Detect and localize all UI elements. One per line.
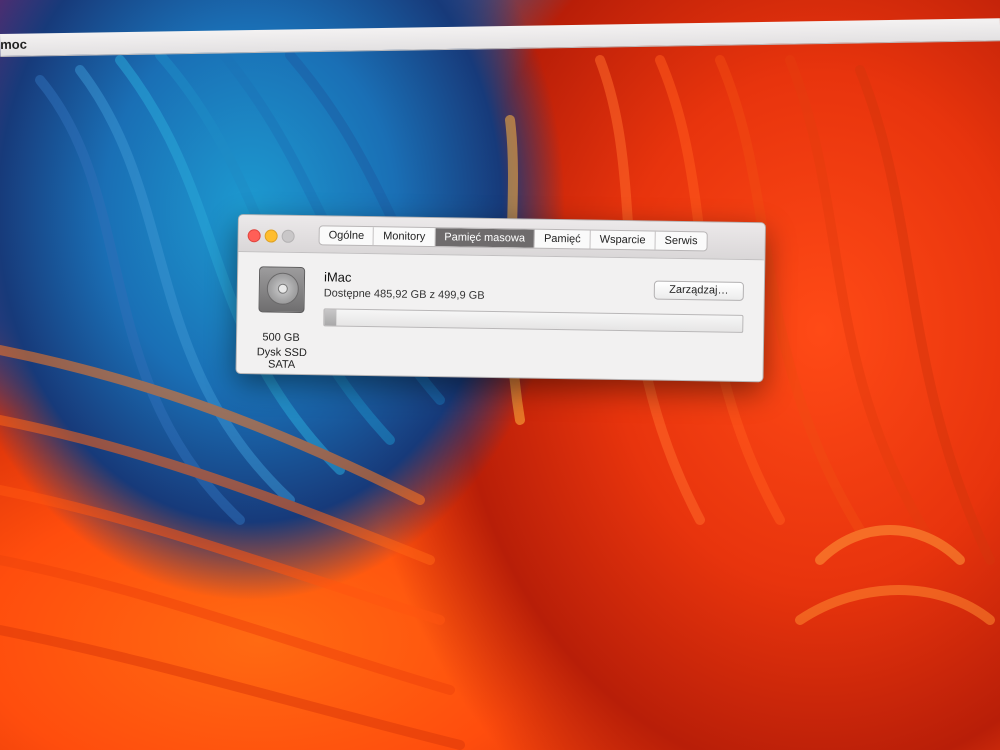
manage-button[interactable]: Zarządzaj… — [653, 280, 744, 301]
storage-usage-bar — [323, 308, 744, 333]
storage-usage-fill — [324, 309, 337, 326]
desktop-screen: moc Ogólne Monitory Pamięć masowa Pamięć… — [0, 0, 1000, 750]
minimize-button[interactable] — [264, 229, 278, 243]
available-space-text: Dostępne 485,92 GB z 499,9 GB — [323, 287, 485, 302]
tab-storage[interactable]: Pamięć masowa — [435, 228, 536, 248]
disk-type-label: Dysk SSD SATA — [256, 346, 307, 371]
tab-bar: Ogólne Monitory Pamięć masowa Pamięć Wsp… — [318, 225, 708, 252]
volume-name: iMac — [323, 269, 352, 285]
menu-app-label[interactable]: moc — [0, 37, 27, 52]
zoom-button[interactable] — [281, 229, 295, 243]
close-button[interactable] — [247, 229, 261, 243]
tab-support[interactable]: Wsparcie — [590, 230, 656, 250]
tab-general[interactable]: Ogólne — [319, 226, 375, 246]
hard-drive-icon — [258, 266, 306, 314]
tab-displays[interactable]: Monitory — [374, 227, 436, 247]
menu-bar: moc — [0, 18, 1000, 57]
tab-service[interactable]: Serwis — [655, 232, 706, 251]
about-this-mac-window: Ogólne Monitory Pamięć masowa Pamięć Wsp… — [235, 214, 766, 383]
storage-panel: 500 GB Dysk SSD SATA iMac Dostępne 485,9… — [237, 252, 765, 381]
disk-size-label: 500 GB — [262, 331, 300, 344]
tab-memory[interactable]: Pamięć — [534, 229, 591, 249]
disk-hub — [277, 283, 288, 294]
